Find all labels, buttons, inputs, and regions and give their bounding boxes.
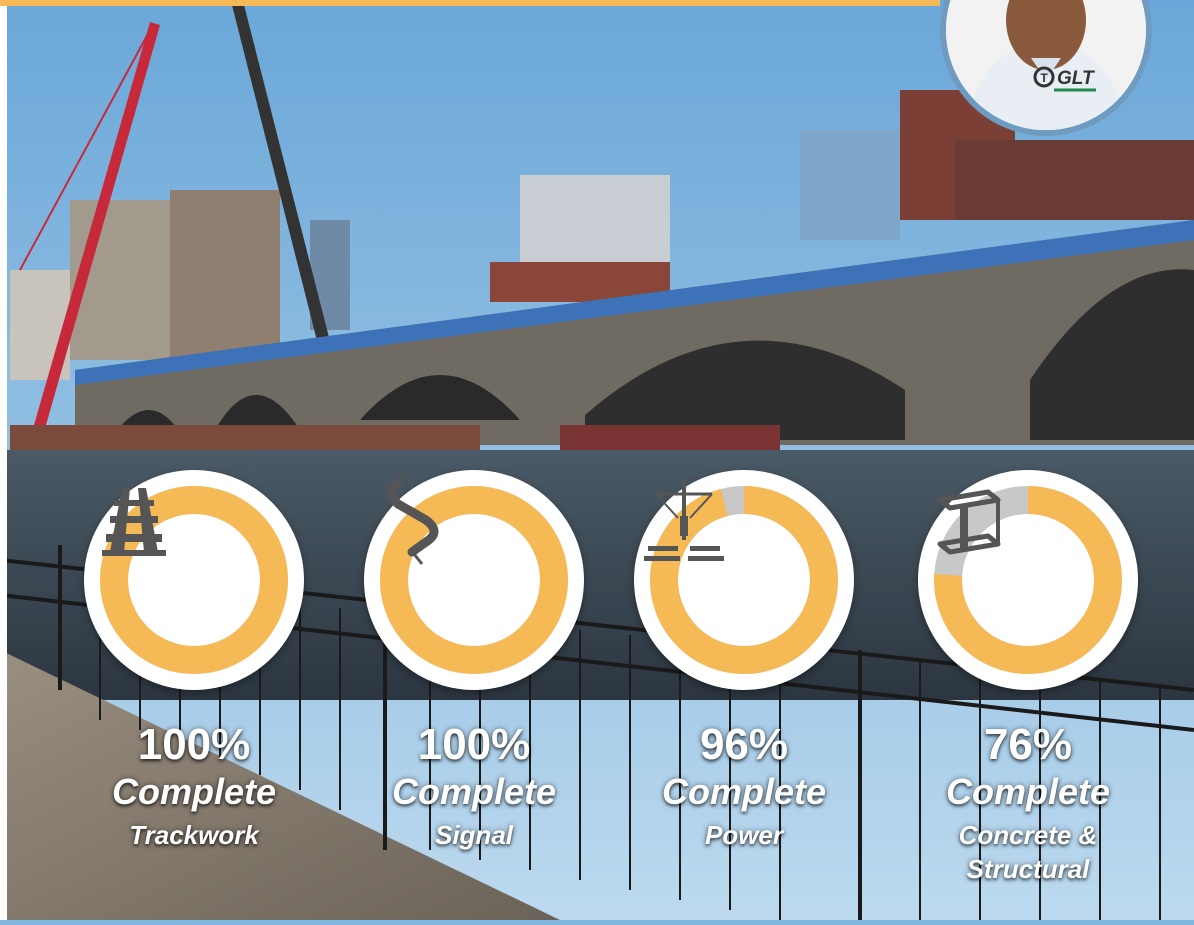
metric-power: 96% Complete Power: [634, 470, 854, 910]
percent-label: 100%: [417, 720, 531, 769]
progress-ring: [364, 470, 584, 690]
category-label: Trackwork: [129, 820, 259, 850]
progress-ring: [84, 470, 304, 690]
steel-beam-icon: [937, 489, 1001, 555]
category-label: Power: [704, 820, 784, 850]
cable-icon: [386, 472, 439, 565]
top-accent-bar: [0, 0, 940, 6]
percent-label: 76%: [983, 720, 1073, 769]
complete-label: Complete: [111, 771, 277, 812]
left-frame-edge: [0, 0, 7, 920]
progress-ring: [918, 470, 1138, 690]
category-label: Signal: [434, 820, 513, 850]
svg-text:T: T: [1040, 71, 1048, 85]
metric-signal: 100% Complete Signal: [364, 470, 584, 910]
percent-label: 100%: [137, 720, 251, 769]
railroad-track-icon: [102, 488, 166, 556]
category-label: Concrete & Structural: [958, 820, 1098, 884]
glt-logo: T GLT: [1033, 66, 1095, 89]
power-pole-icon: [644, 478, 724, 561]
percent-label: 96%: [699, 720, 789, 769]
complete-label: Complete: [945, 771, 1111, 812]
complete-label: Complete: [661, 771, 827, 812]
progress-ring: [634, 470, 854, 690]
metric-trackwork: 100% Complete Trackwork: [84, 470, 304, 910]
svg-text:GLT: GLT: [1057, 68, 1095, 89]
metric-concrete-structural: 76% Complete Concrete & Structural: [918, 470, 1138, 910]
complete-label: Complete: [391, 771, 557, 812]
